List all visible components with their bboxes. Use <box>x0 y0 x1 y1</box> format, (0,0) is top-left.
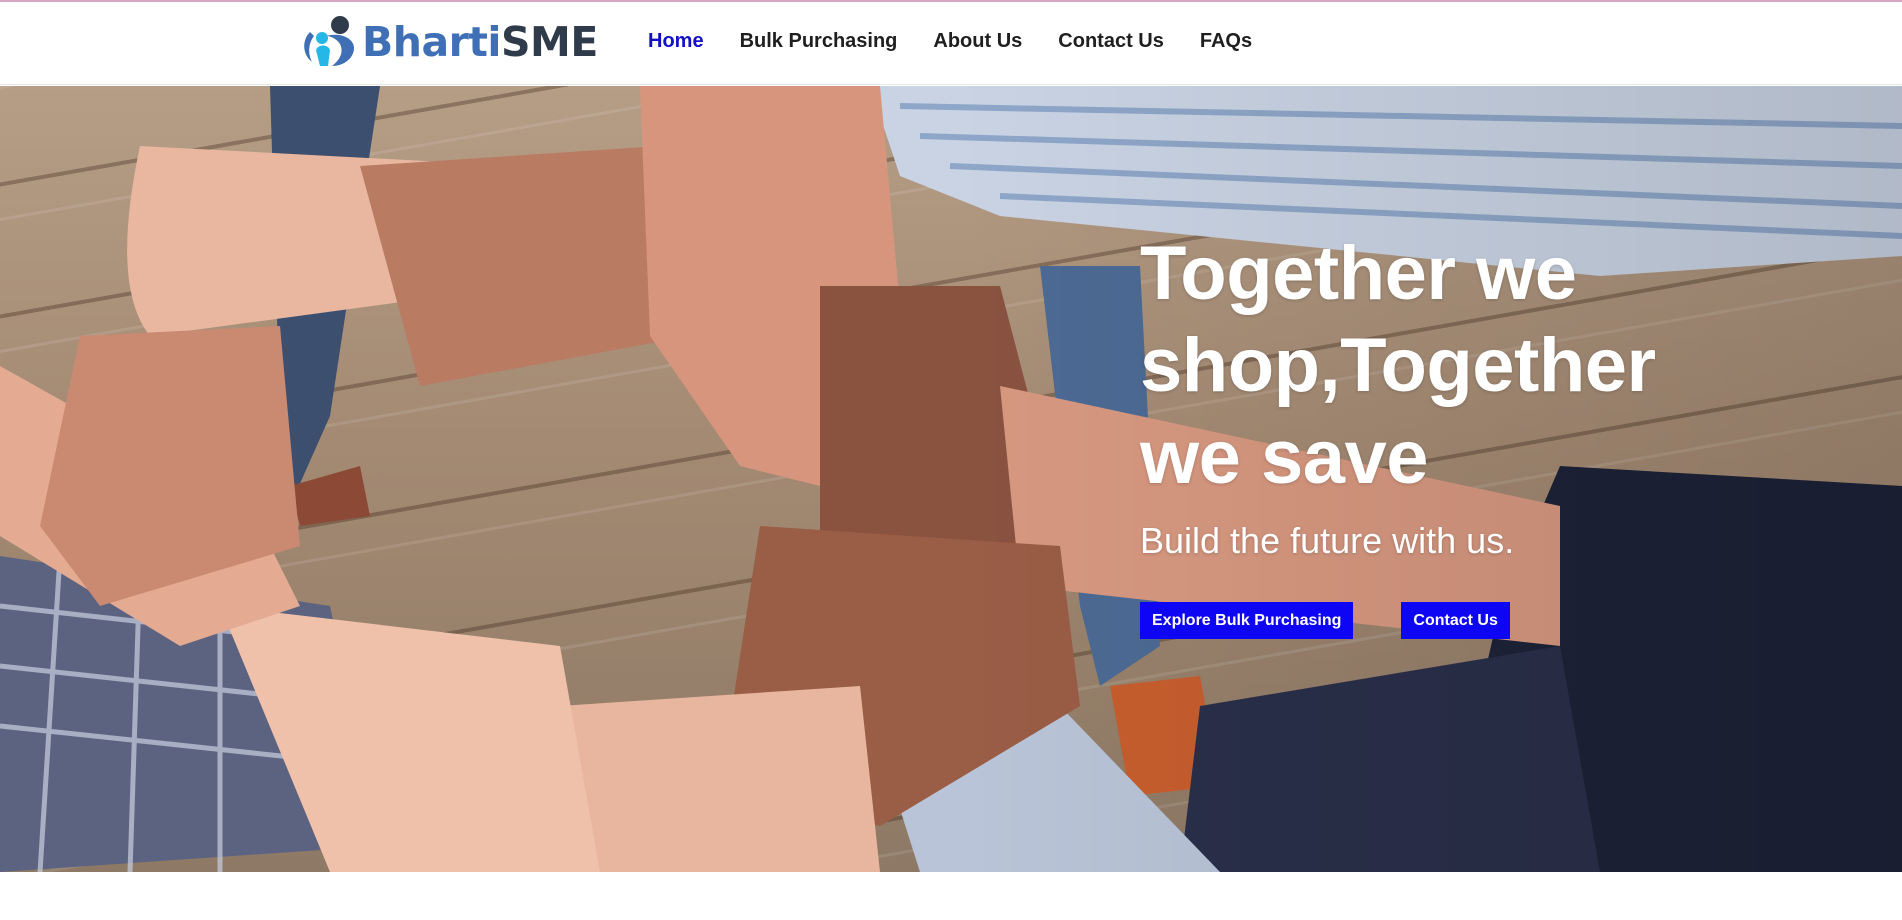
nav-item-about-us[interactable]: About Us <box>933 30 1022 53</box>
main-nav: Home Bulk Purchasing About Us Contact Us… <box>648 30 1288 53</box>
nav-item-bulk-purchasing[interactable]: Bulk Purchasing <box>740 30 898 53</box>
explore-bulk-purchasing-button[interactable]: Explore Bulk Purchasing <box>1140 602 1354 639</box>
nav-item-contact-us[interactable]: Contact Us <box>1058 30 1164 53</box>
brand-logo[interactable]: BhartiSME <box>300 14 598 70</box>
site-header: BhartiSME Home Bulk Purchasing About Us … <box>0 2 1902 85</box>
nav-item-home[interactable]: Home <box>648 30 704 53</box>
hero-content: Together we shop,Together we save Build … <box>1140 228 1760 639</box>
contact-us-button[interactable]: Contact Us <box>1401 602 1510 639</box>
hero-banner: Together we shop,Together we save Build … <box>0 86 1902 872</box>
people-circle-logo-icon <box>304 16 354 66</box>
brand-name: BhartiSME <box>362 17 598 66</box>
hero-title: Together we shop,Together we save <box>1140 231 1656 500</box>
hero-subtitle: Build the future with us. <box>1140 520 1515 561</box>
hero-buttons: Explore Bulk Purchasing Contact Us <box>1140 602 1760 639</box>
nav-item-faqs[interactable]: FAQs <box>1200 30 1252 53</box>
